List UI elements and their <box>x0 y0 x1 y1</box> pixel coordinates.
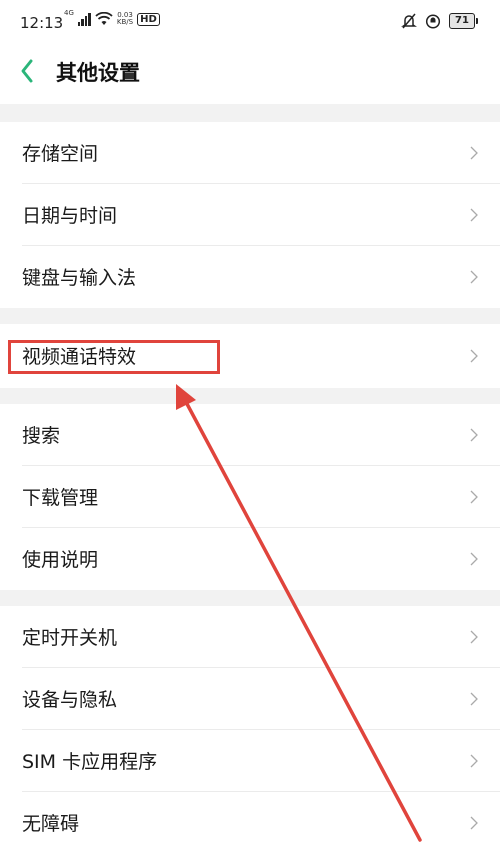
wifi-icon <box>95 12 113 25</box>
network-type-label: 4G <box>64 9 74 17</box>
chevron-right-icon <box>470 270 478 284</box>
chevron-right-icon <box>470 208 478 222</box>
battery-level: 71 <box>449 13 475 29</box>
settings-item-label: 键盘与输入法 <box>22 267 137 289</box>
battery-cap <box>476 18 478 24</box>
settings-item-label: 存储空间 <box>22 143 99 165</box>
alarm-icon <box>425 14 441 29</box>
chevron-left-icon[interactable] <box>16 56 38 86</box>
bell-off-icon <box>401 13 417 29</box>
page-title: 其他设置 <box>56 61 140 85</box>
settings-item-label: 日期与时间 <box>22 205 118 227</box>
settings-item-download-manager[interactable]: 下载管理 <box>0 466 500 528</box>
network-speed: 0.03 KB/S <box>117 12 133 26</box>
signal-icon <box>77 12 91 26</box>
chevron-right-icon <box>470 692 478 706</box>
settings-item-label: 使用说明 <box>22 549 99 571</box>
chevron-right-icon <box>470 490 478 504</box>
chevron-right-icon <box>470 754 478 768</box>
section-gap <box>0 104 500 122</box>
chevron-right-icon <box>470 816 478 830</box>
settings-item-user-guide[interactable]: 使用说明 <box>0 528 500 590</box>
status-right-icons: 71 <box>401 13 478 29</box>
settings-item-label: 定时开关机 <box>22 627 118 649</box>
settings-item-label: SIM 卡应用程序 <box>22 751 158 773</box>
chevron-right-icon <box>470 349 478 363</box>
nav-bar: 其他设置 <box>0 44 500 100</box>
settings-item-label: 搜索 <box>22 425 61 447</box>
net-speed-unit: KB/S <box>116 18 134 26</box>
settings-item-date-time[interactable]: 日期与时间 <box>0 184 500 246</box>
settings-item-keyboard-input[interactable]: 键盘与输入法 <box>0 246 500 308</box>
settings-item-search[interactable]: 搜索 <box>0 404 500 466</box>
status-bar: 12:13 4G 0.03 KB/S HD 71 <box>0 0 500 44</box>
section-gap <box>0 590 500 606</box>
settings-item-device-privacy[interactable]: 设备与隐私 <box>0 668 500 730</box>
chevron-right-icon <box>470 428 478 442</box>
status-left-icons: 4G 0.03 KB/S HD <box>64 9 160 26</box>
annotation-highlight-box <box>8 340 220 374</box>
chevron-right-icon <box>470 146 478 160</box>
battery-indicator: 71 <box>449 13 478 29</box>
section-gap <box>0 308 500 324</box>
chevron-right-icon <box>470 630 478 644</box>
chevron-right-icon <box>470 552 478 566</box>
hd-badge: HD <box>137 12 160 26</box>
settings-item-label: 设备与隐私 <box>22 689 118 711</box>
section-gap <box>0 388 500 404</box>
settings-item-sim-apps[interactable]: SIM 卡应用程序 <box>0 730 500 792</box>
status-time: 12:13 <box>20 14 64 32</box>
settings-item-scheduled-power[interactable]: 定时开关机 <box>0 606 500 668</box>
settings-item-storage[interactable]: 存储空间 <box>0 122 500 184</box>
settings-item-label: 无障碍 <box>22 813 80 835</box>
settings-item-label: 下载管理 <box>22 487 99 509</box>
